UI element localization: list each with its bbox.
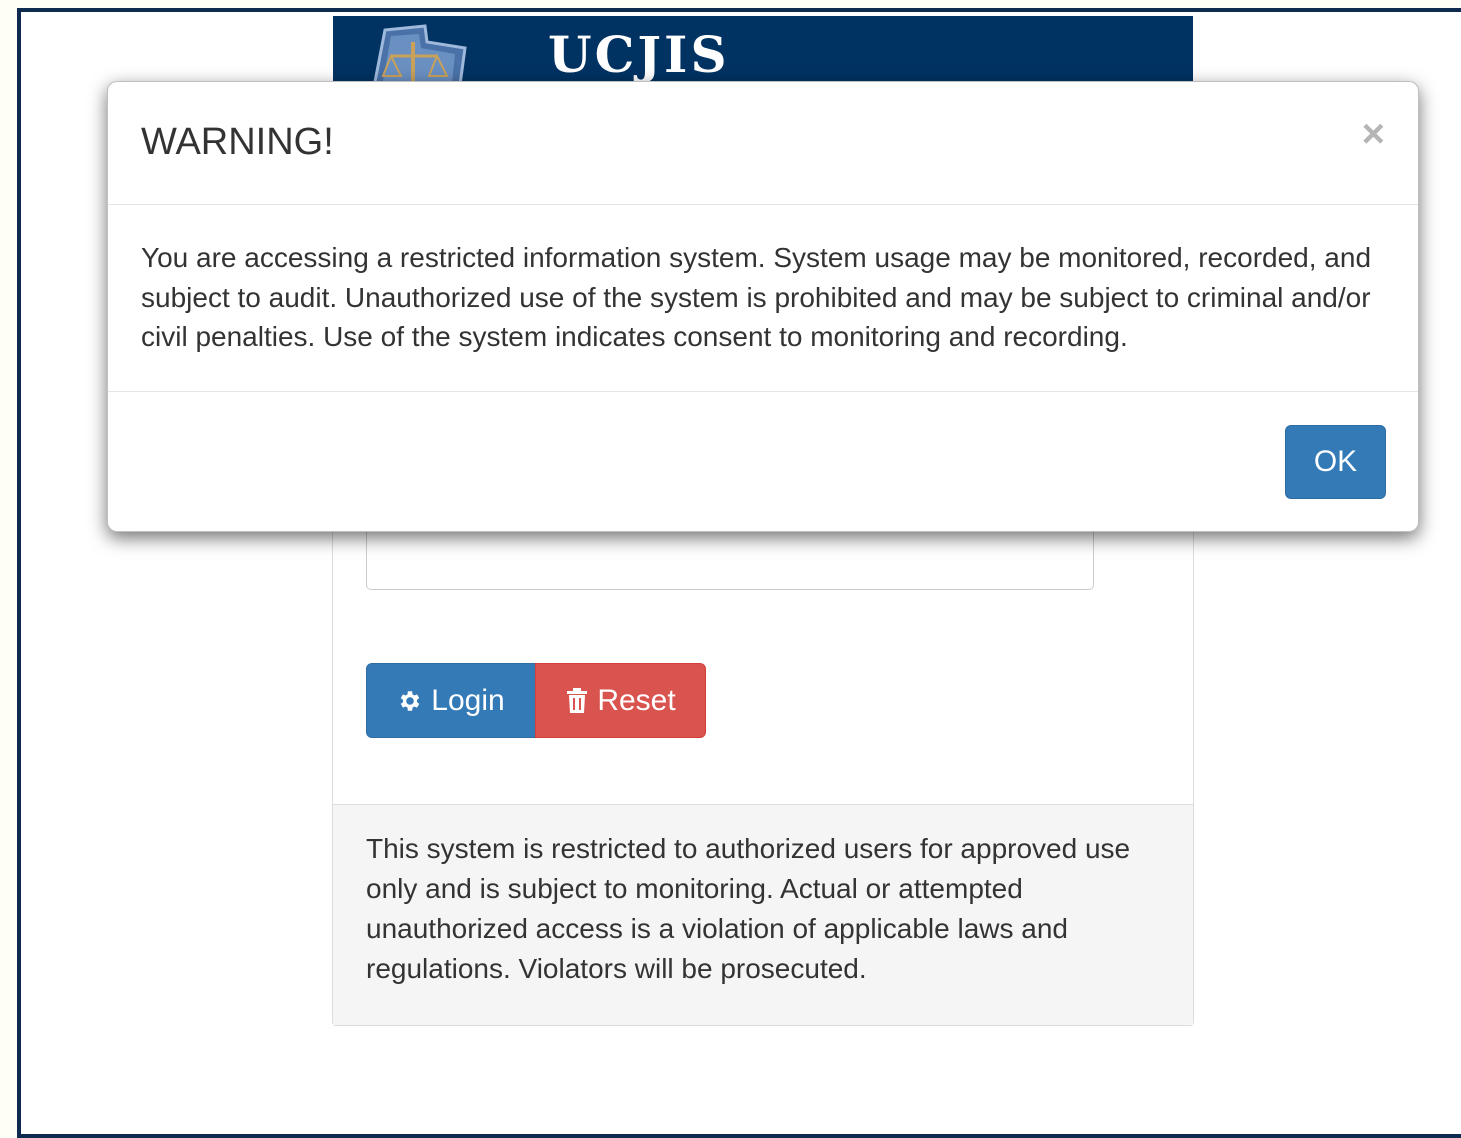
modal-title: WARNING! bbox=[141, 121, 334, 163]
warning-message: You are accessing a restricted informati… bbox=[141, 242, 1372, 352]
app-title: UCJIS bbox=[548, 25, 730, 84]
gear-icon bbox=[401, 690, 420, 711]
login-button-label: Login bbox=[431, 683, 505, 717]
modal-body: You are accessing a restricted informati… bbox=[108, 205, 1418, 392]
panel-footer: This system is restricted to authorized … bbox=[333, 804, 1193, 1025]
ok-button[interactable]: OK bbox=[1285, 425, 1386, 499]
close-icon[interactable]: × bbox=[1362, 112, 1385, 156]
reset-button-label: Reset bbox=[597, 683, 676, 717]
reset-button[interactable]: Reset bbox=[535, 663, 706, 738]
login-button[interactable]: Login bbox=[366, 663, 536, 738]
warning-modal: WARNING! × You are accessing a restricte… bbox=[107, 81, 1419, 532]
modal-header: WARNING! × bbox=[108, 82, 1418, 205]
trash-icon bbox=[567, 687, 588, 713]
authorized-use-notice: This system is restricted to authorized … bbox=[366, 833, 1131, 984]
